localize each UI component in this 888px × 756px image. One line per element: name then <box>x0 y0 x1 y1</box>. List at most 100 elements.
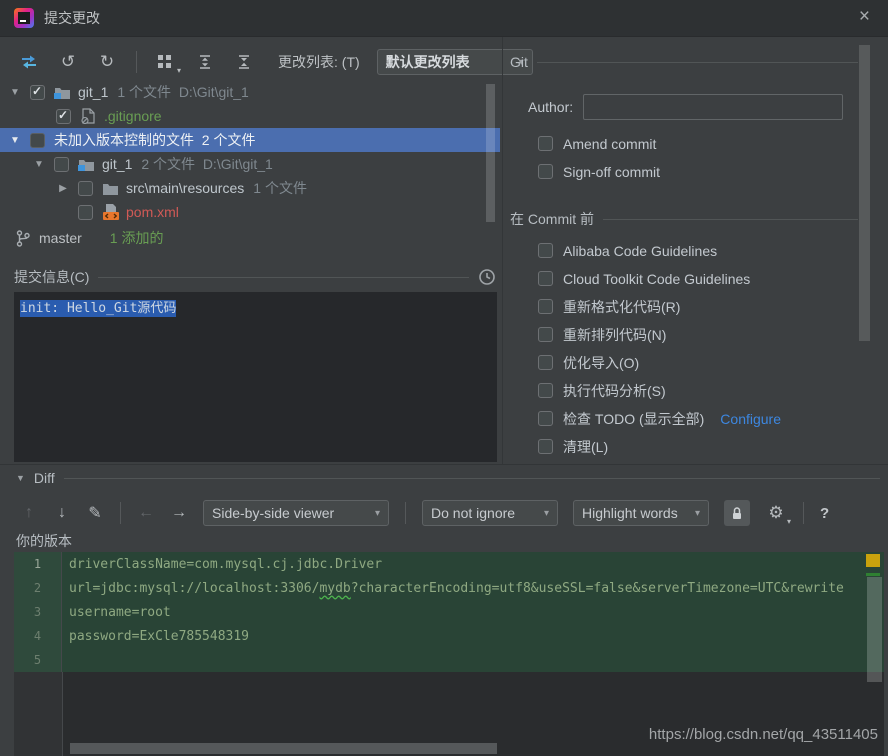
diff-vertical-scrollbar[interactable] <box>867 577 882 682</box>
checkbox-unchecked[interactable] <box>538 136 553 151</box>
checkbox-unchecked[interactable] <box>538 271 553 286</box>
checkbox-unchecked[interactable] <box>538 164 553 179</box>
tree-row-git1-unversioned[interactable]: ▼ git_1 2 个文件 D:\Git\git_1 <box>0 152 500 176</box>
checkbox-unchecked[interactable] <box>538 327 553 342</box>
diff-horizontal-scrollbar[interactable] <box>70 743 497 754</box>
jump-to-source-button[interactable]: ✎ <box>86 503 104 523</box>
refresh-icon: ↻ <box>100 52 114 72</box>
diff-title: Diff <box>34 470 55 486</box>
checkbox-unchecked[interactable] <box>538 411 553 426</box>
diff-toolbar: ↑ ↓ ✎ ← → Side-by-side viewer ▾ Do not i… <box>20 499 829 527</box>
group-by-button[interactable]: ▾ <box>155 51 177 73</box>
error-stripe-warning-marker[interactable] <box>866 554 880 567</box>
separator-line <box>537 62 858 63</box>
toolbar-separator <box>803 502 804 524</box>
tree-row-unversioned[interactable]: ▼ 未加入版本控制的文件 2 个文件 <box>0 128 500 152</box>
checkbox-checked[interactable]: ✓ <box>56 109 71 124</box>
checkbox-unchecked[interactable] <box>78 181 93 196</box>
group-by-icon: ▾ <box>157 53 175 71</box>
option-optimize-imports[interactable]: 优化导入(O) <box>538 354 781 371</box>
git-section-title: Git <box>510 54 528 70</box>
chevron-expanded-icon[interactable]: ▼ <box>6 135 24 146</box>
separator-line <box>64 478 880 479</box>
git-branch-icon <box>16 230 30 247</box>
panel-splitter[interactable] <box>502 37 503 465</box>
chevron-expanded-icon[interactable]: ▼ <box>30 159 48 170</box>
next-change-button[interactable]: ↓ <box>53 504 71 522</box>
tree-item-label: 未加入版本控制的文件 2 个文件 <box>54 130 255 150</box>
tree-row-resources[interactable]: ▶ src\main\resources 1 个文件 <box>0 176 500 200</box>
refresh-button[interactable]: ↻ <box>96 51 118 73</box>
tree-item-meta: 1 个文件 D:\Git\git_1 <box>117 82 248 102</box>
chevron-expanded-icon[interactable]: ▼ <box>6 87 24 98</box>
option-reformat-code[interactable]: 重新格式化代码(R) <box>538 298 781 315</box>
checkbox-unchecked[interactable] <box>538 383 553 398</box>
ignore-policy-value: Do not ignore <box>431 505 515 521</box>
tree-row-gitignore[interactable]: ✓ .gitignore <box>0 104 500 128</box>
added-count: 1 添加的 <box>110 228 164 248</box>
commit-message-header: 提交信息(C) <box>14 266 496 288</box>
history-clock-icon[interactable] <box>478 268 496 286</box>
show-diff-button[interactable] <box>18 51 40 73</box>
author-input[interactable] <box>583 94 843 120</box>
checkbox-unchecked[interactable] <box>54 157 69 172</box>
lock-icon <box>730 506 744 521</box>
viewer-value: Side-by-side viewer <box>212 505 334 521</box>
previous-difference-button[interactable]: ← <box>137 504 155 522</box>
tree-scrollbar[interactable] <box>486 84 495 222</box>
readonly-lock-toggle[interactable] <box>724 500 750 526</box>
checkbox-unchecked[interactable] <box>538 299 553 314</box>
your-version-label: 你的版本 <box>16 531 72 551</box>
checkbox-unchecked[interactable] <box>538 355 553 370</box>
option-code-analysis[interactable]: 执行代码分析(S) <box>538 382 781 399</box>
configure-link[interactable]: Configure <box>720 411 781 427</box>
diff-settings-button[interactable]: ⚙ ▾ <box>765 502 787 524</box>
code-text <box>62 648 884 672</box>
help-button[interactable]: ? <box>820 505 829 522</box>
tree-row-git1[interactable]: ▼ ✓ git_1 1 个文件 D:\Git\git_1 <box>0 80 500 104</box>
chevron-collapsed-icon[interactable]: ▶ <box>54 183 72 194</box>
option-label: 优化导入(O) <box>563 353 639 373</box>
checkmark-icon: ✓ <box>32 84 42 98</box>
option-alibaba-guidelines[interactable]: Alibaba Code Guidelines <box>538 242 781 259</box>
highlight-policy-select[interactable]: Highlight words ▾ <box>573 500 709 526</box>
viewer-select[interactable]: Side-by-side viewer ▾ <box>203 500 389 526</box>
git-section-header: Git <box>510 54 858 70</box>
right-panel-scrollbar[interactable] <box>859 45 870 341</box>
checkbox-unchecked[interactable] <box>538 439 553 454</box>
option-cleanup[interactable]: 清理(L) <box>538 438 781 455</box>
ignore-policy-select[interactable]: Do not ignore ▾ <box>422 500 558 526</box>
watermark-text: https://blog.csdn.net/qq_43511405 <box>649 726 878 743</box>
gear-icon: ⚙ <box>768 503 783 523</box>
option-check-todo[interactable]: 检查 TODO (显示全部) Configure <box>538 410 781 427</box>
diff-editor[interactable]: 1 driverClassName=com.mysql.cj.jdbc.Driv… <box>14 552 884 756</box>
expand-all-button[interactable] <box>194 51 216 73</box>
checkbox-checked[interactable]: ✓ <box>30 85 45 100</box>
commit-message-editor[interactable]: init: Hello_Git源代码 <box>14 292 497 462</box>
signoff-commit-option[interactable]: Sign-off commit <box>538 163 660 180</box>
line-number: 5 <box>14 648 62 672</box>
rollback-button[interactable]: ↺ <box>57 51 79 73</box>
checkbox-unchecked[interactable] <box>538 243 553 258</box>
diff-section-header[interactable]: ▼ Diff <box>16 470 880 486</box>
folder-icon <box>102 180 119 197</box>
option-cloud-toolkit-guidelines[interactable]: Cloud Toolkit Code Guidelines <box>538 270 781 287</box>
tree-row-pomxml[interactable]: pom.xml <box>0 200 500 224</box>
author-row: Author: <box>528 94 843 120</box>
next-difference-button[interactable]: → <box>170 504 188 522</box>
collapse-all-button[interactable] <box>233 51 255 73</box>
close-icon[interactable]: × <box>859 7 870 27</box>
option-rearrange-code[interactable]: 重新排列代码(N) <box>538 326 781 343</box>
separator-line <box>603 219 858 220</box>
changes-tree: ▼ ✓ git_1 1 个文件 D:\Git\git_1 ✓ .gitignor… <box>0 80 500 224</box>
gitignore-file-icon <box>80 108 97 125</box>
previous-change-button[interactable]: ↑ <box>20 504 38 522</box>
line-number: 4 <box>14 624 62 648</box>
code-text: url=jdbc:mysql://localhost:3306/mydb?cha… <box>62 576 884 600</box>
amend-commit-option[interactable]: Amend commit <box>538 135 656 152</box>
collapse-chevron-icon[interactable]: ▼ <box>16 473 25 483</box>
checkbox-unchecked[interactable] <box>78 205 93 220</box>
amend-commit-label: Amend commit <box>563 136 656 152</box>
checkbox-unchecked[interactable] <box>30 133 45 148</box>
error-stripe-added-marker[interactable] <box>866 573 880 576</box>
